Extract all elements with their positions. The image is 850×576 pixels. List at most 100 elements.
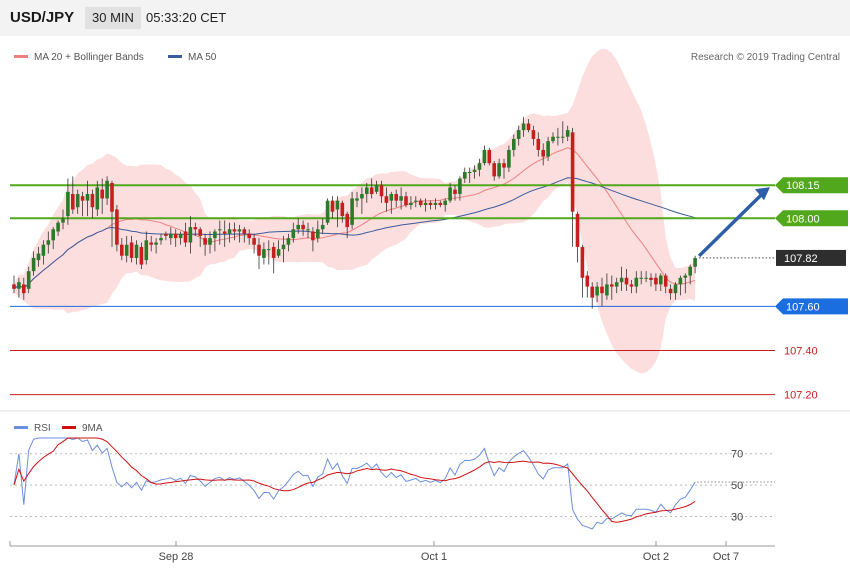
candle-body [551, 136, 555, 142]
candle-body [487, 149, 492, 164]
level-label-107-60: 107.60 [786, 301, 820, 313]
candle-body [600, 286, 604, 294]
candle-body [585, 275, 590, 287]
candle-body [394, 194, 398, 201]
candle-body [301, 224, 305, 230]
candle-body [115, 209, 119, 245]
candle-body [590, 286, 594, 298]
candle-body [492, 163, 496, 177]
candle-body [105, 180, 109, 199]
candle-body [404, 196, 408, 206]
candle-body [100, 189, 104, 199]
candle-body [463, 171, 467, 179]
candle-body [85, 194, 90, 201]
candle-body [267, 249, 271, 251]
candle-body [526, 123, 531, 131]
forecast-arrow-shaft [697, 190, 766, 258]
candle-body [12, 284, 16, 289]
candle-body [306, 229, 310, 231]
current-price-label: 107.82 [784, 253, 818, 265]
candle-body [80, 196, 85, 201]
rsi-tick-label: 70 [731, 449, 743, 461]
candle-body [340, 202, 345, 217]
candle-body [227, 229, 232, 234]
candle-body [649, 277, 653, 280]
candle-body [614, 282, 619, 287]
candle-body [482, 149, 487, 164]
candle-body [222, 231, 227, 234]
candle-body [418, 200, 423, 206]
candle-body [639, 277, 643, 279]
candle-body [316, 229, 320, 239]
candle-body [95, 187, 100, 210]
candle-body [659, 275, 663, 285]
candle-body [208, 238, 212, 245]
candle-body [458, 178, 462, 195]
x-tick-label: Oct 2 [643, 551, 669, 563]
candle-body [90, 194, 95, 208]
candle-body [51, 229, 55, 241]
candle-body [389, 194, 394, 201]
candle-body [624, 277, 629, 285]
candle-body [46, 240, 51, 245]
candle-body [634, 277, 639, 287]
candle-body [477, 163, 482, 170]
candle-body [350, 198, 354, 225]
candle-body [120, 244, 124, 256]
candle-body [257, 244, 261, 256]
candle-body [232, 229, 237, 232]
candle-body [159, 238, 163, 241]
candle-body [365, 187, 369, 195]
candle-body [683, 275, 688, 278]
candle-body [71, 194, 75, 210]
candle-body [595, 286, 599, 296]
candle-body [453, 189, 457, 195]
candle-body [31, 257, 36, 272]
candle-body [144, 240, 149, 261]
level-label-108-15: 108.15 [786, 180, 820, 192]
candle-body [605, 284, 609, 296]
candle-body [580, 246, 585, 278]
candle-body [110, 183, 114, 212]
candle-body [262, 249, 266, 258]
candle-body [36, 253, 41, 261]
candle-body [193, 227, 198, 230]
candle-body [423, 202, 428, 206]
candle-body [668, 288, 673, 294]
candle-body [291, 229, 296, 239]
candle-body [178, 233, 183, 239]
candle-body [286, 238, 291, 245]
candle-body [335, 200, 340, 210]
candle-body [26, 271, 31, 289]
candle-body [252, 238, 256, 245]
price-chart: 108.15108.00107.82107.60107.40107.203050… [0, 48, 850, 563]
candle-body [556, 136, 560, 138]
candle-body [164, 233, 168, 236]
candle-body [276, 249, 281, 256]
level-label-107-40: 107.40 [784, 345, 818, 357]
candle-body [497, 163, 501, 177]
candle-body [610, 284, 614, 287]
candle-body [124, 244, 129, 256]
candle-body [311, 231, 315, 241]
candle-body [379, 185, 384, 197]
candle-body [188, 227, 193, 243]
candle-body [271, 246, 276, 258]
candle-body [521, 123, 526, 131]
candle-body [644, 277, 648, 279]
candle-body [575, 213, 580, 247]
candle-body [17, 282, 21, 289]
candle-body [448, 187, 452, 201]
candle-body [330, 200, 335, 212]
level-label-107-20: 107.20 [784, 390, 818, 402]
candle-body [61, 218, 65, 223]
candle-body [428, 202, 433, 206]
candle-body [355, 198, 359, 201]
candle-body [438, 202, 443, 206]
candle-body [237, 229, 242, 232]
candle-body [129, 242, 134, 258]
candle-body [218, 229, 222, 231]
candle-body [443, 200, 447, 206]
candle-body [409, 202, 413, 206]
candle-body [320, 224, 325, 230]
